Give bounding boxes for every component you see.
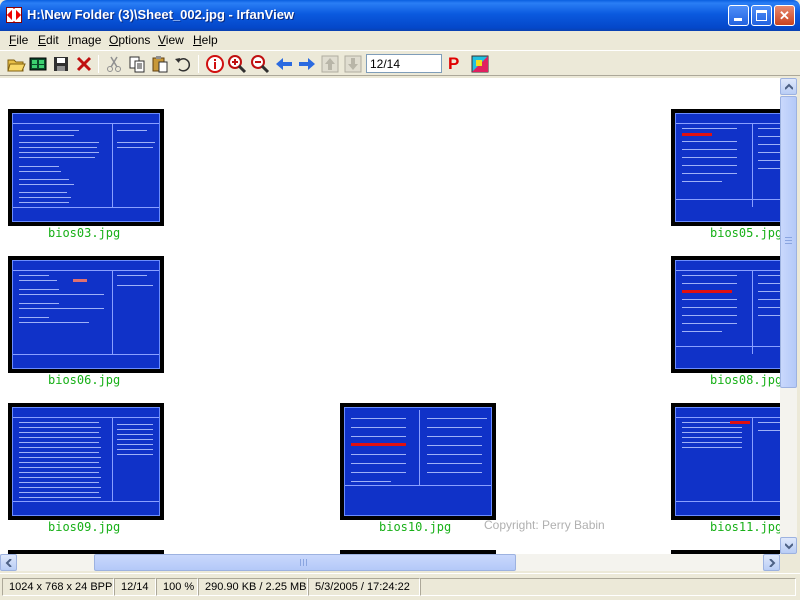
previous-icon[interactable] [274, 54, 294, 74]
p-button[interactable]: P [448, 54, 459, 74]
thumbnail-label-bios03: bios03.jpg [48, 226, 121, 240]
scroll-right-button[interactable] [763, 554, 780, 571]
paste-icon[interactable] [150, 54, 170, 74]
maximize-button[interactable] [751, 5, 772, 26]
status-zoom: 100 % [156, 578, 198, 596]
cut-icon[interactable] [104, 54, 124, 74]
thumbnail-label-bios05: bios05.jpg [710, 226, 780, 240]
up-icon[interactable] [320, 54, 340, 74]
thumbnail-bios03[interactable] [8, 109, 164, 226]
status-dimensions: 1024 x 768 x 24 BPP [2, 578, 114, 596]
menu-file[interactable]: File [9, 33, 28, 47]
chevron-right-icon [769, 559, 776, 567]
thumbnail-bios08[interactable] [671, 256, 780, 373]
maximize-icon [756, 10, 767, 21]
copyright-watermark: Copyright: Perry Babin [484, 518, 605, 532]
title-bar: H:\New Folder (3)\Sheet_002.jpg - IrfanV… [0, 0, 800, 31]
thumbnail-label-bios09: bios09.jpg [48, 520, 121, 534]
scrollbar-corner [780, 554, 797, 571]
copy-icon[interactable] [127, 54, 147, 74]
vertical-scrollbar[interactable] [780, 78, 797, 554]
toolbar: P [0, 50, 800, 76]
thumbnail-bios06[interactable] [8, 256, 164, 373]
chevron-up-icon [785, 83, 793, 90]
thumbnail-bios09[interactable] [8, 403, 164, 520]
minimize-icon [734, 18, 742, 21]
menu-help[interactable]: Help [193, 33, 218, 47]
delete-icon[interactable] [74, 54, 94, 74]
scroll-left-button[interactable] [0, 554, 17, 571]
horizontal-scrollbar[interactable] [0, 554, 780, 571]
chevron-down-icon [785, 543, 793, 550]
thumbnails-icon[interactable] [28, 54, 48, 74]
thumbnail-bios11[interactable] [671, 403, 780, 520]
close-button[interactable]: ✕ [774, 5, 795, 26]
chevron-left-icon [5, 559, 12, 567]
scroll-down-button[interactable] [780, 537, 797, 554]
horizontal-scroll-thumb[interactable] [94, 554, 516, 571]
thumbnail-label-bios06: bios06.jpg [48, 373, 121, 387]
zoom-out-icon[interactable] [250, 54, 270, 74]
minimize-button[interactable] [728, 5, 749, 26]
thumbnail-bios05[interactable] [671, 109, 780, 226]
menu-edit[interactable]: Edit [38, 33, 59, 47]
vertical-scroll-thumb[interactable] [780, 96, 797, 388]
window-title: H:\New Folder (3)\Sheet_002.jpg - IrfanV… [27, 7, 295, 22]
status-page: 12/14 [114, 578, 156, 596]
close-icon: ✕ [779, 8, 790, 23]
menu-options[interactable]: Options [109, 33, 150, 47]
info-icon[interactable] [205, 54, 225, 74]
irfanview-app-icon[interactable] [6, 7, 22, 23]
undo-icon[interactable] [173, 54, 193, 74]
thumbnail-label-bios11: bios11.jpg [710, 520, 780, 534]
down-icon[interactable] [343, 54, 363, 74]
status-datetime: 5/3/2005 / 17:24:22 [308, 578, 420, 596]
thumbnail-sheet-canvas[interactable]: bios03.jpg bios05.jpg bios06.jpg bios08.… [0, 78, 780, 554]
save-icon[interactable] [51, 54, 71, 74]
status-file-size: 290.90 KB / 2.25 MB [198, 578, 308, 596]
zoom-in-icon[interactable] [227, 54, 247, 74]
next-icon[interactable] [297, 54, 317, 74]
menu-image[interactable]: Image [68, 33, 101, 47]
scroll-up-button[interactable] [780, 78, 797, 95]
thumbnail-label-bios10: bios10.jpg [379, 520, 452, 534]
status-bar: 1024 x 768 x 24 BPP 12/14 100 % 290.90 K… [0, 573, 800, 600]
page-number-input[interactable] [366, 54, 442, 73]
menu-view[interactable]: View [158, 33, 184, 47]
thumbnail-label-bios08: bios08.jpg [710, 373, 780, 387]
thumbnail-bios10[interactable] [340, 403, 496, 520]
color-palette-icon[interactable] [470, 54, 490, 74]
menu-bar: File Edit Image Options View Help [0, 31, 800, 49]
open-icon[interactable] [6, 54, 26, 74]
status-empty-panel [420, 578, 796, 596]
